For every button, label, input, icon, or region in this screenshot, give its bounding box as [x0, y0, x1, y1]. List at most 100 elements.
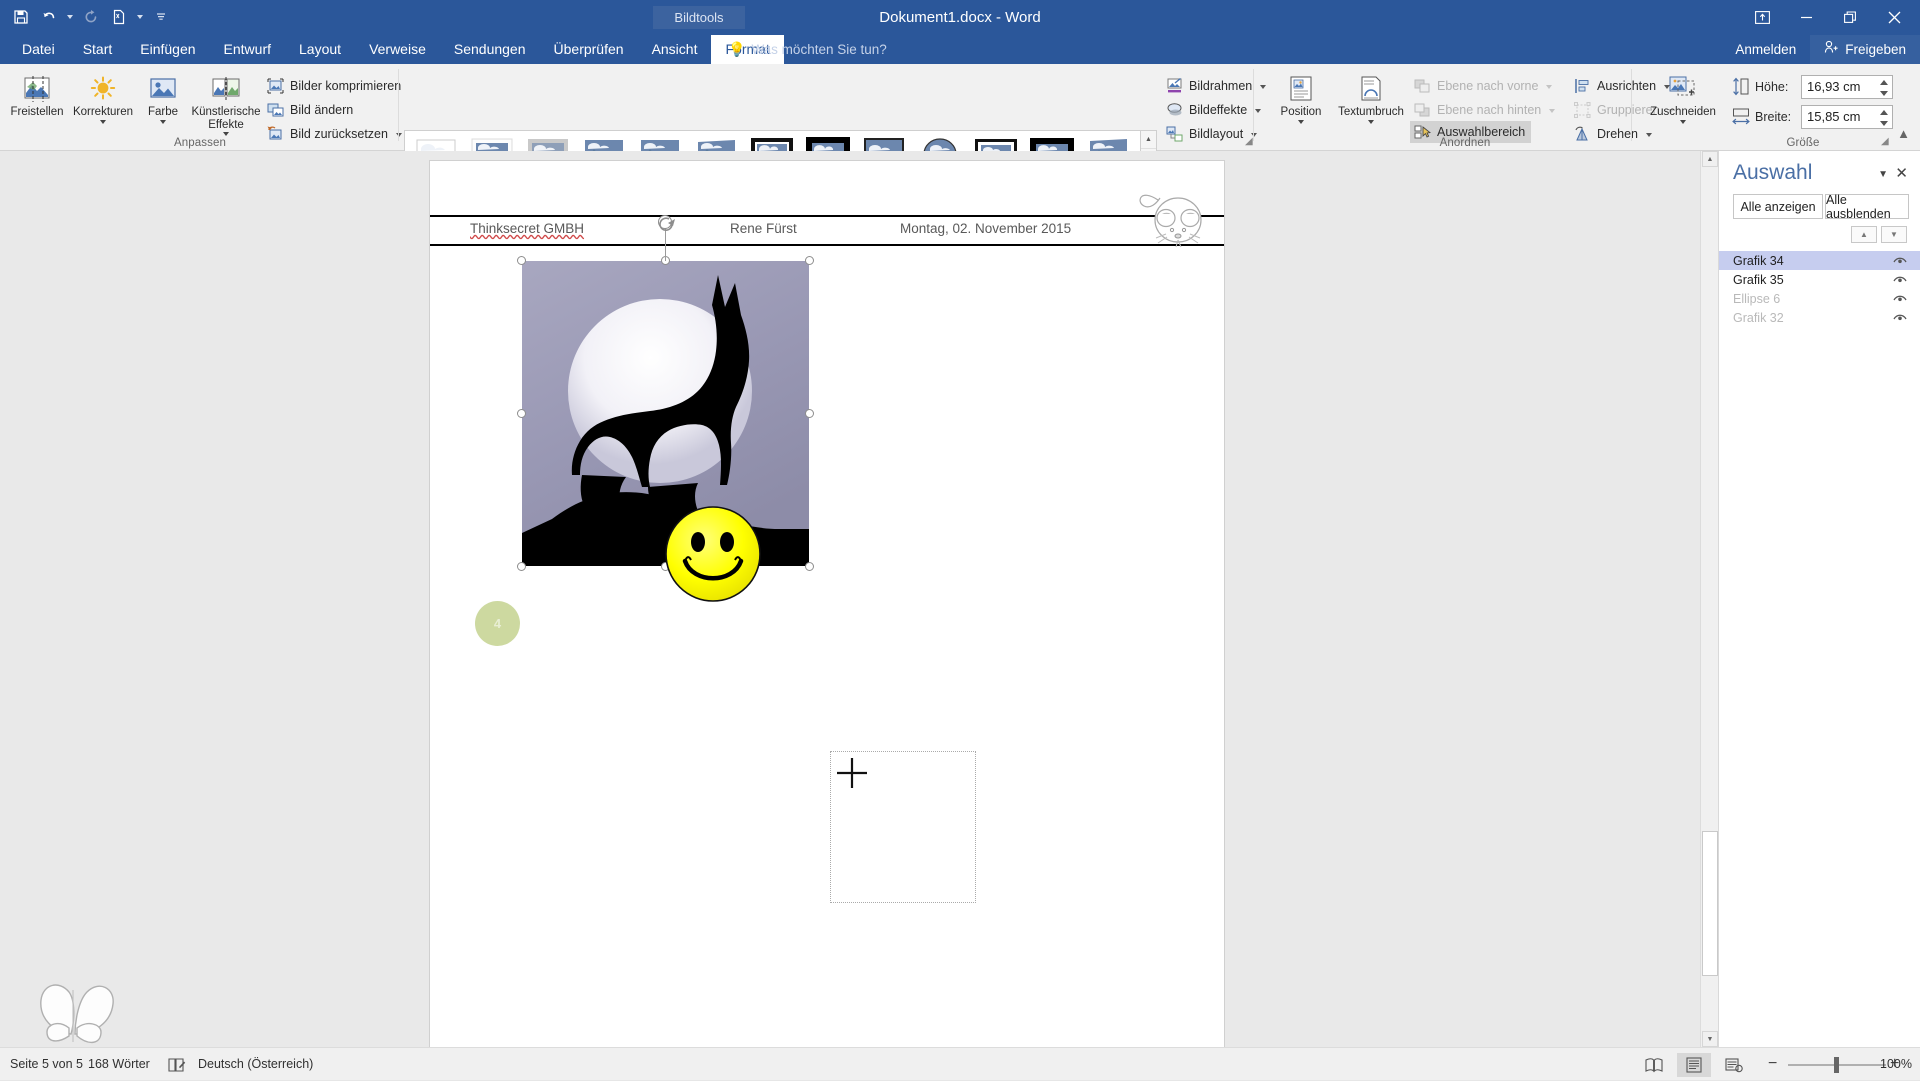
- list-item[interactable]: Grafik 32: [1719, 308, 1920, 327]
- scroll-up-button[interactable]: ▲: [1702, 151, 1718, 167]
- resize-handle-w[interactable]: [517, 409, 526, 418]
- breite-value: 15,85 cm: [1807, 109, 1860, 124]
- sign-in-button[interactable]: Anmelden: [1721, 35, 1810, 64]
- collapse-ribbon-icon[interactable]: ▲: [1897, 126, 1910, 141]
- tab-layout[interactable]: Layout: [285, 35, 355, 64]
- textumbruch-button[interactable]: Textumbruch: [1333, 70, 1409, 124]
- window-title: Dokument1.docx - Word: [0, 0, 1920, 35]
- language-indicator[interactable]: Deutsch (Österreich): [198, 1048, 313, 1081]
- vertical-scrollbar[interactable]: ▲ ▼: [1700, 151, 1718, 1047]
- bild-aendern-button[interactable]: Bild ändern: [266, 99, 353, 121]
- zuschneiden-button[interactable]: Zuschneiden: [1643, 70, 1723, 124]
- hoehe-input[interactable]: 16,93 cm: [1801, 75, 1893, 99]
- corrections-sun-icon: [88, 70, 118, 104]
- green-badge-label: 4: [494, 616, 501, 631]
- scroll-down-button[interactable]: ▼: [1702, 1031, 1718, 1047]
- group-label-anpassen: Anpassen: [120, 137, 280, 149]
- tell-me-box[interactable]: 💡 Was möchten Sie tun?: [728, 35, 887, 64]
- tab-verweise[interactable]: Verweise: [355, 35, 440, 64]
- ebene-nach-hinten-dropdown-icon: [1547, 103, 1555, 117]
- green-badge[interactable]: 4: [475, 601, 520, 646]
- zoom-out-button[interactable]: −: [1768, 1055, 1777, 1073]
- shape-height-icon: [1731, 76, 1751, 96]
- tab-ansicht[interactable]: Ansicht: [638, 35, 712, 64]
- status-bar: Seite 5 von 5 168 Wörter Deutsch (Österr…: [0, 1047, 1920, 1080]
- restore-button[interactable]: [1828, 2, 1872, 34]
- tab-sendungen[interactable]: Sendungen: [440, 35, 540, 64]
- groesse-dialog-launcher[interactable]: ◢: [1881, 136, 1893, 148]
- textumbruch-dropdown-icon[interactable]: [1368, 119, 1374, 124]
- list-item[interactable]: Grafik 35: [1719, 270, 1920, 289]
- tab-einfuegen[interactable]: Einfügen: [126, 35, 209, 64]
- korrekturen-button[interactable]: Korrekturen: [72, 70, 134, 124]
- pane-close-icon[interactable]: ✕: [1895, 164, 1908, 182]
- move-up-button[interactable]: ▲: [1851, 226, 1877, 243]
- kuenstlerische-effekte-button[interactable]: Künstlerische Effekte: [190, 70, 262, 136]
- farbe-dropdown-icon[interactable]: [160, 119, 166, 124]
- hide-all-button[interactable]: Alle ausblenden: [1825, 194, 1909, 219]
- change-picture-icon: [266, 101, 284, 119]
- freistellen-button[interactable]: Freistellen: [6, 70, 68, 119]
- tab-datei[interactable]: Datei: [8, 35, 69, 64]
- resize-handle-e[interactable]: [805, 409, 814, 418]
- header-rule-bottom: [430, 244, 1224, 246]
- ribbon-display-options-icon[interactable]: [1740, 2, 1784, 34]
- korrekturen-dropdown-icon[interactable]: [100, 119, 106, 124]
- crop-icon: [1667, 70, 1699, 104]
- hoehe-spinner[interactable]: [1876, 77, 1891, 99]
- bildeffekte-button[interactable]: Bildeffekte: [1165, 99, 1261, 121]
- tell-me-placeholder: Was möchten Sie tun?: [751, 35, 886, 64]
- picture-effects-icon: [1165, 101, 1183, 119]
- resize-handle-nw[interactable]: [517, 256, 526, 265]
- smiley-graphic[interactable]: [663, 504, 763, 604]
- position-dropdown-icon[interactable]: [1298, 119, 1304, 124]
- tab-entwurf[interactable]: Entwurf: [210, 35, 285, 64]
- list-item[interactable]: Ellipse 6: [1719, 289, 1920, 308]
- bild-zuruecksetzen-button[interactable]: Bild zurücksetzen: [266, 123, 402, 145]
- kuenstlerische-effekte-dropdown-icon[interactable]: [223, 131, 229, 136]
- resize-handle-ne[interactable]: [805, 256, 814, 265]
- breite-input[interactable]: 15,85 cm: [1801, 105, 1893, 129]
- breite-spinner[interactable]: [1876, 107, 1891, 129]
- scrollbar-thumb[interactable]: [1702, 831, 1718, 976]
- tab-start[interactable]: Start: [69, 35, 127, 64]
- show-all-button[interactable]: Alle anzeigen: [1733, 194, 1823, 219]
- bildrahmen-button[interactable]: Bildrahmen: [1165, 75, 1266, 97]
- visibility-eye-icon[interactable]: [1893, 311, 1907, 324]
- position-button[interactable]: Position: [1270, 70, 1332, 124]
- proofing-icon[interactable]: [168, 1057, 186, 1078]
- close-button[interactable]: [1872, 2, 1916, 34]
- zuschneiden-dropdown-icon[interactable]: [1680, 119, 1686, 124]
- gallery-scroll-up-icon[interactable]: ▲: [1141, 131, 1156, 149]
- compress-pictures-icon: [266, 77, 284, 95]
- view-print-layout-button[interactable]: [1677, 1053, 1711, 1077]
- move-down-button[interactable]: ▼: [1881, 226, 1907, 243]
- zoom-slider-thumb[interactable]: [1834, 1057, 1839, 1073]
- document-page[interactable]: Thinksecret GMBH Rene Fürst Montag, 02. …: [430, 161, 1224, 1047]
- zoom-level-label[interactable]: 100%: [1880, 1048, 1912, 1081]
- visibility-eye-icon[interactable]: [1893, 292, 1907, 305]
- list-item[interactable]: Grafik 34: [1719, 251, 1920, 270]
- window-controls: [1740, 0, 1916, 35]
- visibility-eye-icon[interactable]: [1893, 273, 1907, 286]
- rotation-handle[interactable]: [658, 215, 672, 229]
- pane-options-dropdown-icon[interactable]: ▼: [1878, 169, 1888, 180]
- minimize-button[interactable]: [1784, 2, 1828, 34]
- farbe-button[interactable]: Farbe: [138, 70, 188, 124]
- position-icon: [1286, 70, 1316, 104]
- textumbruch-label: Textumbruch: [1338, 106, 1404, 119]
- picture-color-icon: [148, 70, 178, 104]
- share-button[interactable]: Freigeben: [1810, 35, 1920, 64]
- word-count[interactable]: 168 Wörter: [88, 1048, 150, 1081]
- visibility-eye-icon[interactable]: [1893, 254, 1907, 267]
- ebene-nach-vorne-button: Ebene nach vorne: [1413, 75, 1552, 97]
- view-read-mode-button[interactable]: [1637, 1053, 1671, 1077]
- resize-handle-sw[interactable]: [517, 562, 526, 571]
- bildlayout-button[interactable]: Bildlayout: [1165, 123, 1257, 145]
- page-indicator[interactable]: Seite 5 von 5: [10, 1048, 83, 1081]
- view-web-layout-button[interactable]: [1717, 1053, 1751, 1077]
- bilder-komprimieren-button[interactable]: Bilder komprimieren: [266, 75, 401, 97]
- header-author-text: Rene Fürst: [730, 221, 797, 236]
- tab-ueberpruefen[interactable]: Überprüfen: [540, 35, 638, 64]
- resize-handle-se[interactable]: [805, 562, 814, 571]
